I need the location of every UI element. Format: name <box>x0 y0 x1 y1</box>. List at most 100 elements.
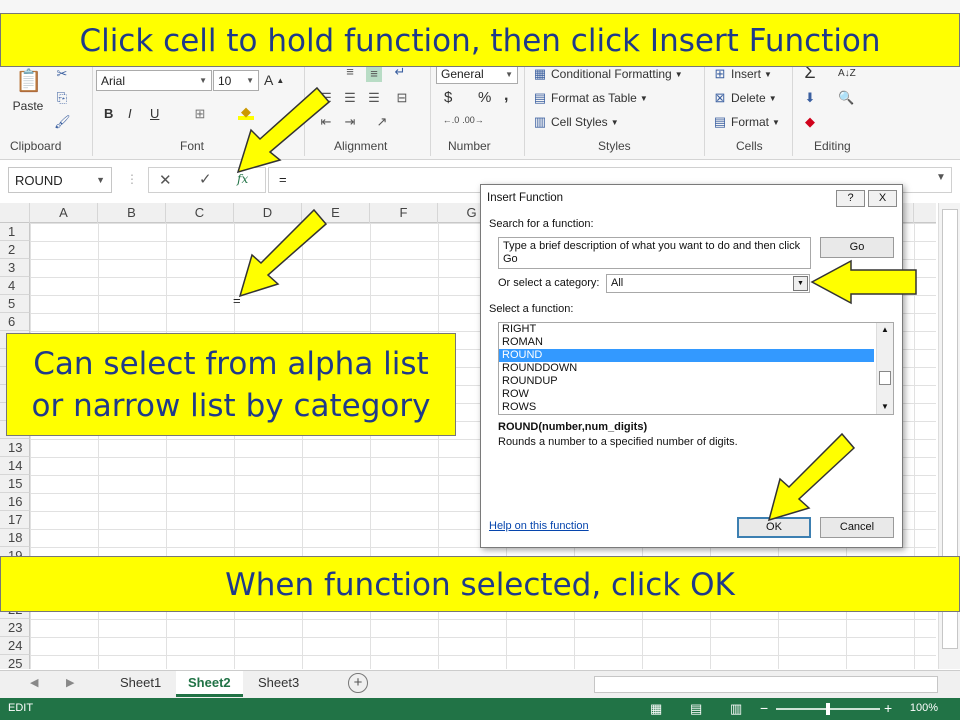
column-header-n[interactable]: N <box>914 203 936 223</box>
row-header-6[interactable]: 6 <box>0 313 30 331</box>
align-middle-icon[interactable]: ≡ <box>366 66 382 82</box>
function-list-scrollbar[interactable]: ▲ ▼ <box>876 323 893 414</box>
cancel-button[interactable]: Cancel <box>820 517 894 538</box>
cancel-icon[interactable]: ✕ <box>159 171 172 189</box>
name-box[interactable]: ROUND ▼ <box>8 167 112 193</box>
row-header-23[interactable]: 23 <box>0 619 30 637</box>
comma-button[interactable]: , <box>504 87 508 105</box>
help-on-function-link[interactable]: Help on this function <box>489 520 589 532</box>
chevron-down-icon[interactable]: ▼ <box>793 276 808 291</box>
go-button[interactable]: Go <box>820 237 894 258</box>
italic-button[interactable]: I <box>128 106 132 121</box>
horizontal-scrollbar[interactable] <box>594 676 938 693</box>
zoom-out-icon[interactable]: − <box>760 700 768 716</box>
conditional-formatting-button[interactable]: ▦ Conditional Formatting ▼ <box>532 66 683 82</box>
row-header-3[interactable]: 3 <box>0 259 30 277</box>
insert-function-icon[interactable]: fx <box>237 172 248 186</box>
font-size-combo[interactable]: 10 ▼ <box>213 70 259 91</box>
font-name-combo[interactable]: Arial ▼ <box>96 70 212 91</box>
list-item[interactable]: ROMAN <box>499 336 874 349</box>
zoom-level[interactable]: 100% <box>910 702 938 714</box>
list-item-selected[interactable]: ROUND <box>499 349 874 362</box>
zoom-slider[interactable] <box>776 703 880 715</box>
page-break-view-icon[interactable]: ▥ <box>730 701 742 717</box>
sort-filter-icon[interactable]: A↓Z <box>838 66 856 82</box>
list-item[interactable]: ROUNDUP <box>499 375 874 388</box>
dialog-close-button[interactable]: X <box>868 190 897 207</box>
row-header-2[interactable]: 2 <box>0 241 30 259</box>
percent-button[interactable]: % <box>478 89 491 106</box>
cell-d6[interactable]: = <box>233 293 241 308</box>
currency-button[interactable]: $ <box>444 89 452 106</box>
fill-color-icon[interactable]: ◆ <box>238 104 254 120</box>
ok-button[interactable]: OK <box>737 517 811 538</box>
delete-cells-button[interactable]: ⊠ Delete ▼ <box>712 90 777 106</box>
cut-icon[interactable]: ✂ <box>54 66 70 82</box>
row-header-1[interactable]: 1 <box>0 223 30 241</box>
decrease-indent-icon[interactable]: ⇤ <box>318 114 334 130</box>
align-center-icon[interactable]: ☰ <box>342 90 358 106</box>
row-header-17[interactable]: 17 <box>0 511 30 529</box>
row-header-13[interactable]: 13 <box>0 439 30 457</box>
tab-sheet1[interactable]: Sheet1 <box>108 671 173 697</box>
underline-button[interactable]: U <box>150 106 159 121</box>
row-header-25[interactable]: 25 <box>0 655 30 669</box>
expand-formula-bar-icon[interactable]: ▼ <box>936 172 946 183</box>
grow-font-button[interactable]: A ▲ <box>264 72 284 88</box>
scroll-thumb[interactable] <box>879 371 891 385</box>
scroll-left-icon[interactable]: ◀ <box>30 676 38 689</box>
insert-cells-button[interactable]: ⊞ Insert ▼ <box>712 66 772 82</box>
borders-icon[interactable]: ⊞ <box>192 106 208 122</box>
align-left-icon[interactable]: ☰ <box>318 90 334 106</box>
function-list[interactable]: RIGHT ROMAN ROUND ROUNDDOWN ROUNDUP ROW … <box>498 322 894 415</box>
column-header-d[interactable]: D <box>234 203 302 223</box>
category-select[interactable]: All ▼ <box>606 274 810 293</box>
decrease-decimal-icon[interactable]: .00→ <box>462 112 484 128</box>
column-header-f[interactable]: F <box>370 203 438 223</box>
list-item[interactable]: RIGHT <box>499 323 874 336</box>
increase-indent-icon[interactable]: ⇥ <box>342 114 358 130</box>
paste-button[interactable]: 📋 Paste <box>10 66 46 113</box>
align-right-icon[interactable]: ☰ <box>366 90 382 106</box>
row-header-24[interactable]: 24 <box>0 637 30 655</box>
add-sheet-icon[interactable]: + <box>348 673 368 693</box>
cell-styles-button[interactable]: ▥ Cell Styles ▼ <box>532 114 619 130</box>
zoom-in-icon[interactable]: + <box>884 700 892 716</box>
list-item[interactable]: ROW <box>499 388 874 401</box>
format-as-table-button[interactable]: ▤ Format as Table ▼ <box>532 90 648 106</box>
format-painter-icon[interactable]: 🖌 <box>54 114 71 130</box>
list-item[interactable]: ROWS <box>499 401 874 414</box>
column-header-a[interactable]: A <box>30 203 98 223</box>
zoom-slider-knob[interactable] <box>826 703 830 715</box>
enter-icon[interactable]: ✓ <box>199 170 212 188</box>
clear-icon[interactable]: ◆ <box>802 114 818 130</box>
format-cells-button[interactable]: ▤ Format ▼ <box>712 114 780 130</box>
find-select-icon[interactable]: 🔍 <box>838 90 854 106</box>
scroll-up-icon[interactable]: ▲ <box>881 325 889 334</box>
function-search-input[interactable]: Type a brief description of what you wan… <box>498 237 811 269</box>
page-layout-view-icon[interactable]: ▤ <box>690 701 702 717</box>
tab-sheet3[interactable]: Sheet3 <box>246 671 311 697</box>
row-header-16[interactable]: 16 <box>0 493 30 511</box>
normal-view-icon[interactable]: ▦ <box>650 701 662 717</box>
column-header-b[interactable]: B <box>98 203 166 223</box>
column-header-c[interactable]: C <box>166 203 234 223</box>
list-item[interactable]: ROUNDDOWN <box>499 362 874 375</box>
bold-button[interactable]: B <box>104 106 113 121</box>
tab-sheet2[interactable]: Sheet2 <box>176 671 243 697</box>
select-all-corner[interactable] <box>0 203 30 223</box>
copy-icon[interactable]: ⎘ <box>54 90 70 106</box>
dialog-help-button[interactable]: ? <box>836 190 865 207</box>
row-header-15[interactable]: 15 <box>0 475 30 493</box>
fill-icon[interactable]: ⬇ <box>802 90 818 106</box>
scroll-right-icon[interactable]: ▶ <box>66 676 74 689</box>
scroll-down-icon[interactable]: ▼ <box>881 402 889 411</box>
row-header-4[interactable]: 4 <box>0 277 30 295</box>
orientation-icon[interactable]: ↗ <box>374 114 390 130</box>
row-header-5[interactable]: 5 <box>0 295 30 313</box>
row-header-14[interactable]: 14 <box>0 457 30 475</box>
increase-decimal-icon[interactable]: ←.0 <box>440 112 462 128</box>
column-header-e[interactable]: E <box>302 203 370 223</box>
row-header-18[interactable]: 18 <box>0 529 30 547</box>
merge-center-icon[interactable]: ⊟ <box>394 90 410 106</box>
